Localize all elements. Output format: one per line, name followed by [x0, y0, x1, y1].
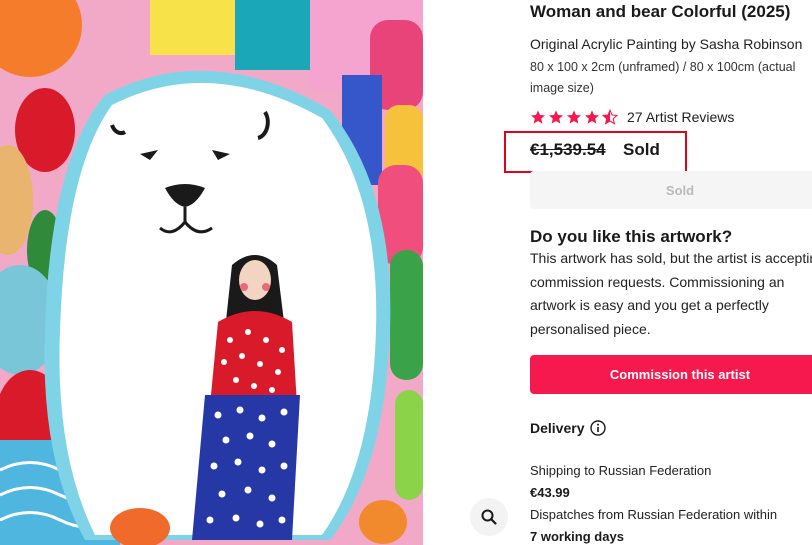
delivery-heading: Delivery [530, 420, 607, 436]
artwork-subtitle: Original Acrylic Painting by Sasha Robin… [530, 36, 803, 52]
commission-artist-button[interactable]: Commission this artist [530, 355, 812, 394]
dispatch-days: 7 working days [530, 529, 624, 544]
sold-status: Sold [623, 140, 660, 159]
delivery-label: Delivery [530, 420, 585, 436]
reviews-link[interactable]: 27 Artist Reviews [627, 109, 734, 125]
artwork-title: Woman and bear Colorful (2025) [530, 2, 791, 21]
star-full-icon [549, 110, 563, 124]
shipping-cost: €43.99 [530, 485, 570, 500]
star-half-icon [602, 109, 618, 125]
star-full-icon [585, 110, 599, 124]
like-heading: Do you like this artwork? [530, 227, 733, 246]
shipping-destination: Shipping to Russian Federation [530, 463, 712, 478]
like-description: This artwork has sold, but the artist is… [530, 250, 812, 337]
artwork-dimensions: 80 x 100 x 2cm (unframed) / 80 x 100cm (… [530, 60, 796, 95]
dispatch-info: Dispatches from Russian Federation withi… [530, 507, 778, 522]
star-full-icon [531, 110, 545, 124]
original-price: €1,539.54 [530, 140, 606, 159]
zoom-icon [481, 509, 497, 525]
artwork-illustration [0, 0, 423, 545]
artwork-image[interactable] [0, 0, 423, 545]
sold-button[interactable]: Sold [530, 171, 812, 209]
star-full-icon [567, 110, 581, 124]
info-icon[interactable] [590, 420, 607, 436]
zoom-button[interactable] [470, 498, 508, 536]
rating[interactable]: 27 Artist Reviews [530, 109, 734, 125]
